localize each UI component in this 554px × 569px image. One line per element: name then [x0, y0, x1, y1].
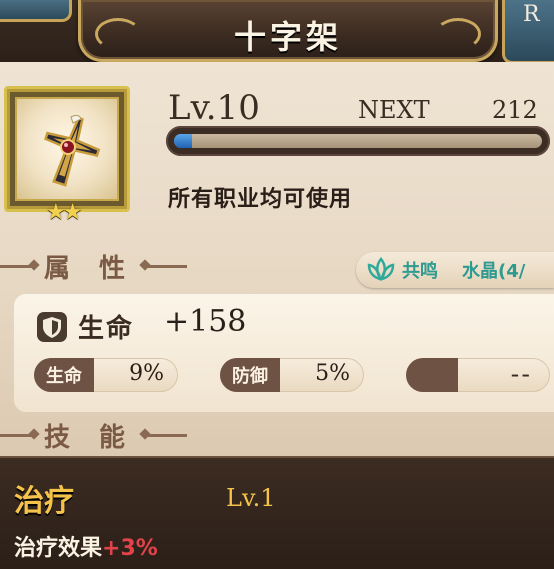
skill-effect: 治疗效果+3% — [14, 530, 158, 562]
next-label: NEXT — [358, 96, 430, 124]
header-ornament-right — [143, 264, 188, 268]
header-ornament-left — [0, 433, 36, 437]
bonus-label: 防御 — [220, 358, 280, 392]
header-ornament-right — [143, 433, 188, 437]
item-level: Lv.10 — [168, 88, 260, 128]
skills-title: 技 能 — [44, 422, 136, 453]
bonus-pill-hp: 生命 9% — [34, 358, 178, 392]
exp-bar — [166, 126, 550, 156]
item-icon-frame[interactable] — [4, 86, 130, 212]
hp-label: 生命 — [78, 314, 135, 344]
resonance-leaf-icon — [367, 257, 395, 281]
shield-icon — [37, 311, 67, 342]
bonus-value: 9% — [129, 361, 164, 386]
resonance-tab[interactable]: 共鸣 水晶(4/ — [356, 252, 554, 288]
usage-restriction: 所有职业均可使用 — [168, 187, 353, 212]
corner-letter: R — [523, 2, 540, 27]
top-right-tab[interactable]: R — [502, 0, 554, 64]
bonus-pill-defense: 防御 5% — [220, 358, 364, 392]
crystal-count-label: 水晶(4/ — [462, 261, 526, 282]
skills-header: 技 能 — [0, 419, 188, 453]
exp-fill — [174, 134, 193, 148]
exp-track — [174, 134, 542, 148]
next-exp-value: 212 — [492, 96, 538, 124]
skill-effect-value: +3% — [102, 536, 158, 561]
title-plate: 十字架 — [78, 0, 498, 62]
bonus-value: 5% — [315, 361, 350, 386]
hp-row: 生命 — [36, 308, 134, 345]
item-icon-background — [15, 97, 119, 201]
resonance-label: 共鸣 — [402, 261, 438, 282]
bonus-label-empty — [406, 358, 458, 392]
bonus-value: -- — [510, 360, 532, 388]
attributes-title: 属 性 — [44, 253, 136, 284]
stat-box: 生命 +158 生命 9% 防御 5% -- — [14, 294, 554, 412]
rarity-stars: ★★ — [46, 200, 82, 225]
skill-name: 治疗 — [14, 484, 74, 519]
hp-value: +158 — [164, 304, 247, 339]
skill-panel: 治疗 Lv.1 治疗效果+3% — [0, 456, 554, 569]
bonus-pill-empty: -- — [406, 358, 550, 392]
cross-icon — [44, 114, 101, 187]
header-ornament-left — [0, 264, 36, 268]
attributes-header: 属 性 — [0, 250, 188, 284]
skill-effect-label: 治疗效果 — [14, 536, 103, 561]
skill-level: Lv.1 — [226, 484, 276, 512]
top-left-tab[interactable] — [0, 0, 72, 22]
page-title: 十字架 — [233, 18, 342, 56]
bonus-label: 生命 — [34, 358, 94, 392]
